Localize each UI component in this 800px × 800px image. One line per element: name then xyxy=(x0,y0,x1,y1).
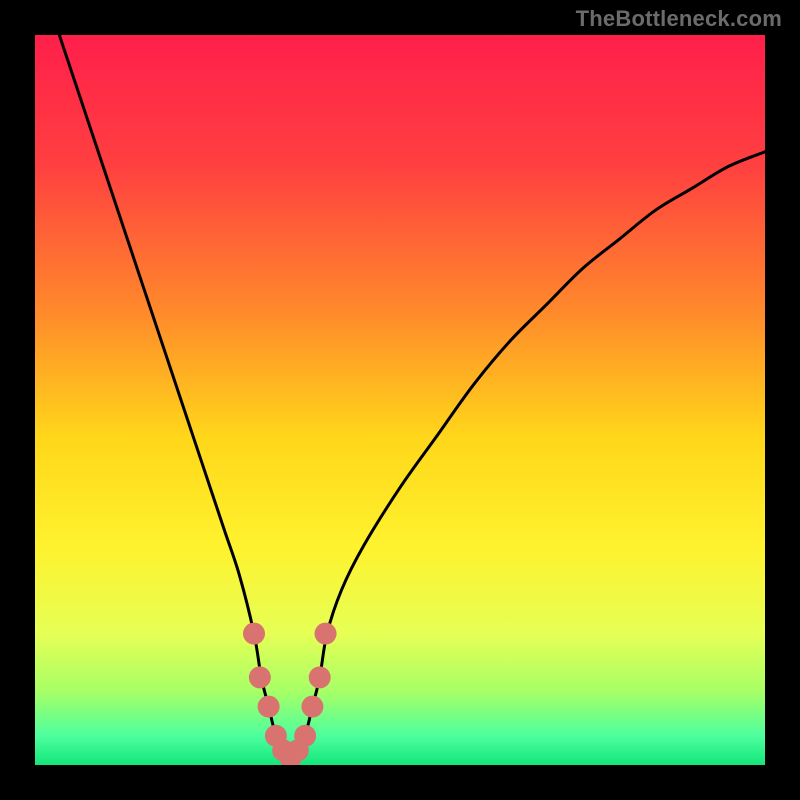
curve-marker xyxy=(243,623,265,645)
bottleneck-curve xyxy=(35,35,765,758)
curve-marker xyxy=(294,725,316,747)
curve-marker xyxy=(249,666,271,688)
curve-marker xyxy=(309,666,331,688)
chart-stage: TheBottleneck.com xyxy=(0,0,800,800)
plot-area xyxy=(35,35,765,765)
curve-markers xyxy=(243,623,337,765)
curve-layer xyxy=(35,35,765,765)
branding-watermark: TheBottleneck.com xyxy=(576,6,782,32)
curve-marker xyxy=(301,696,323,718)
curve-marker xyxy=(315,623,337,645)
curve-marker xyxy=(258,696,280,718)
